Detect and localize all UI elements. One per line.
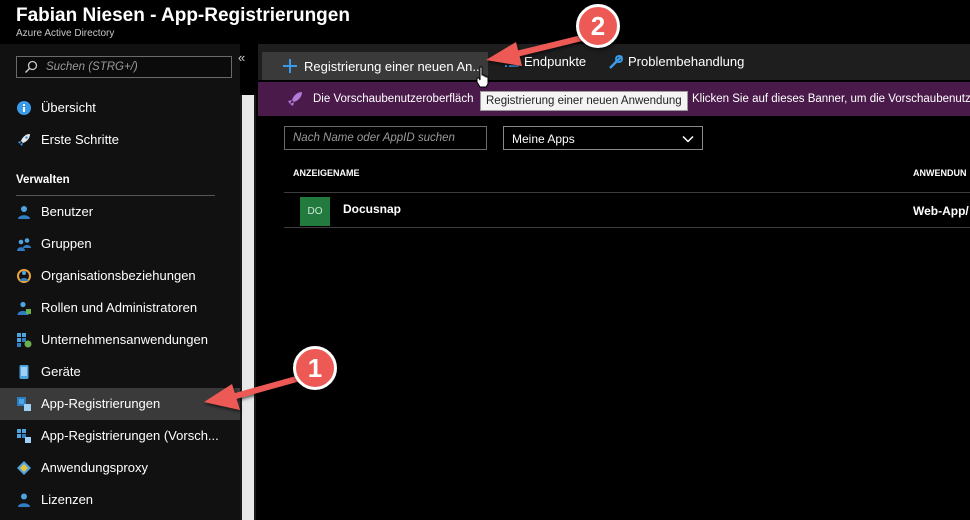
column-header-anzeigename[interactable]: ANZEIGENAME (293, 168, 360, 178)
page-title: Fabian Niesen - App-Registrierungen (16, 5, 350, 26)
sidebar-section-verwalten: Verwalten (16, 174, 70, 186)
search-icon (24, 60, 38, 74)
app-proxy-icon (17, 461, 31, 475)
table-row-divider (284, 227, 970, 228)
sidebar-item-label: Rollen und Administratoren (41, 300, 198, 315)
new-registration-label: Registrierung einer neuen An... (304, 59, 484, 74)
device-icon (19, 365, 29, 379)
sidebar-item-anwendungsproxy[interactable]: Anwendungsproxy (0, 452, 240, 484)
hand-cursor-icon (476, 66, 489, 88)
app-registrations-icon (17, 397, 31, 411)
column-header-anwendungstyp[interactable]: ANWENDUN (913, 168, 967, 178)
chevron-down-icon (682, 135, 694, 143)
sidebar-item-gruppen[interactable]: Gruppen (0, 228, 240, 260)
sidebar-item-uebersicht[interactable]: Übersicht (0, 92, 240, 124)
sidebar-item-rollen[interactable]: Rollen und Administratoren (0, 292, 240, 324)
sidebar-item-label: App-Registrierungen (41, 396, 161, 411)
app-filter-value: Meine Apps (512, 132, 575, 146)
app-registrations-preview-icon (17, 429, 31, 443)
app-type-cell: Web-App/ (913, 204, 969, 218)
sidebar-item-label: Übersicht (41, 100, 96, 115)
preview-banner-text-tail: Klicken Sie auf dieses Banner, um die Vo… (692, 93, 970, 105)
new-registration-button[interactable]: Registrierung einer neuen An... (262, 52, 488, 80)
app-search-input[interactable]: Nach Name oder AppID suchen (284, 126, 487, 150)
sidebar-item-app-registrierungen[interactable]: App-Registrierungen (0, 388, 240, 420)
sidebar-item-app-registrierungen-vorschau[interactable]: App-Registrierungen (Vorsch... (0, 420, 240, 452)
licenses-icon (18, 493, 30, 507)
rocket-icon (288, 92, 302, 106)
sidebar-item-label: Benutzer (41, 204, 94, 219)
wrench-icon (609, 55, 623, 69)
app-search-placeholder: Nach Name oder AppID suchen (293, 132, 455, 144)
sidebar-item-label: Unternehmensanwendungen (41, 332, 208, 347)
troubleshoot-label: Problembehandlung (628, 54, 745, 69)
sidebar-item-label: App-Registrierungen (Vorsch... (41, 428, 219, 443)
group-icon (17, 238, 31, 251)
org-relations-icon (17, 269, 31, 283)
sidebar-item-erste-schritte[interactable]: Erste Schritte (0, 124, 240, 156)
app-name-link[interactable]: Docusnap (343, 202, 401, 216)
sidebar-item-label: Erste Schritte (41, 132, 120, 147)
sidebar-scrollbar-thumb[interactable] (242, 95, 254, 520)
sidebar-item-geraete[interactable]: Geräte (0, 356, 240, 388)
plus-icon (283, 59, 297, 73)
sidebar-item-unternehmensanwendungen[interactable]: Unternehmensanwendungen (0, 324, 240, 356)
app-avatar: DO (300, 197, 330, 226)
table-header-divider (284, 192, 970, 193)
annotation-badge-1: 1 (293, 346, 337, 390)
sidebar-search-input[interactable]: Suchen (STRG+/) (16, 56, 232, 78)
endpoints-icon (505, 57, 519, 67)
roles-icon (17, 301, 31, 315)
portal-header: Fabian Niesen - App-Registrierungen Azur… (0, 0, 970, 44)
enterprise-apps-icon (17, 333, 32, 348)
sidebar-search-placeholder: Suchen (STRG+/) (46, 61, 138, 73)
sidebar-item-lizenzen[interactable]: Lizenzen (0, 484, 240, 516)
sidebar-item-label: Gruppen (41, 236, 92, 251)
app-filter-dropdown[interactable]: Meine Apps (503, 126, 703, 150)
user-icon (18, 206, 30, 219)
sidebar-item-label: Anwendungsproxy (41, 460, 148, 475)
info-icon (17, 101, 31, 115)
annotation-badge-2: 2 (576, 4, 620, 48)
sidebar-item-organisationsbeziehungen[interactable]: Organisationsbeziehungen (0, 260, 240, 292)
rocket-icon (18, 134, 30, 146)
sidebar-item-label: Geräte (41, 364, 81, 379)
tooltip: Registrierung einer neuen Anwendung (480, 91, 688, 111)
endpoints-label: Endpunkte (524, 54, 587, 69)
preview-banner-text: Die Vorschaubenutzeroberfläch (313, 93, 474, 105)
sidebar-item-label: Organisationsbeziehungen (41, 268, 196, 283)
sidebar-item-label: Lizenzen (41, 492, 94, 507)
sidebar-item-benutzer[interactable]: Benutzer (0, 196, 240, 228)
collapse-sidebar-button[interactable]: « (238, 50, 245, 65)
page-subtitle: Azure Active Directory (16, 28, 115, 39)
